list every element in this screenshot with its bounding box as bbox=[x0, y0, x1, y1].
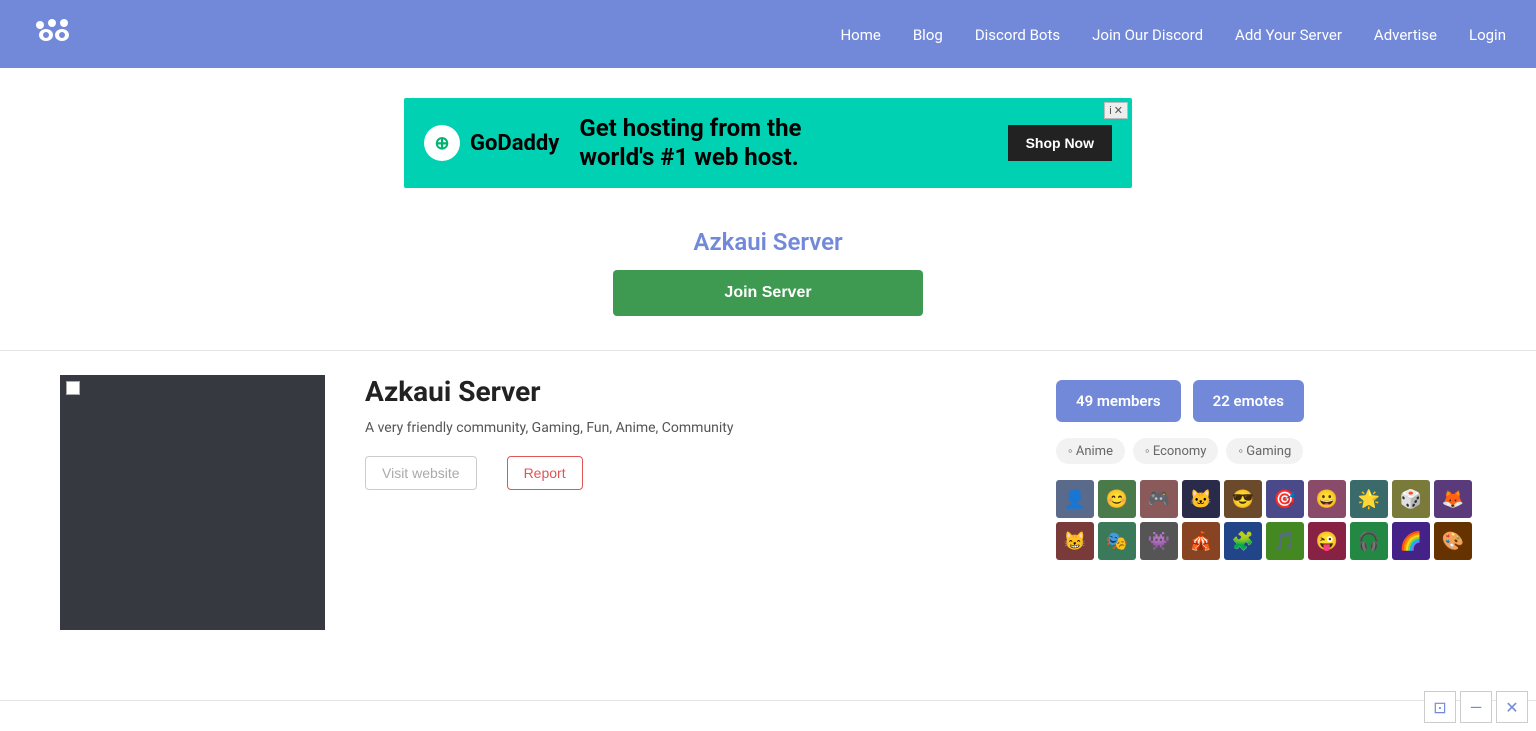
ad-copy: Get hosting from the world's #1 web host… bbox=[579, 114, 1007, 172]
ad-banner: i✕ ⊕ GoDaddy Get hosting from the world'… bbox=[404, 98, 1132, 188]
tag-anime: Anime bbox=[1056, 438, 1125, 464]
nav-item-join-our-discord[interactable]: Join Our Discord bbox=[1092, 26, 1203, 44]
report-button[interactable]: Report bbox=[507, 456, 583, 490]
nav-item-login[interactable]: Login bbox=[1469, 26, 1506, 44]
emotes-badge: 22 emotes bbox=[1193, 380, 1304, 422]
member-avatar-4: 🐱 bbox=[1182, 480, 1220, 518]
nav-item-advertise[interactable]: Advertise bbox=[1374, 26, 1437, 44]
section-divider-top bbox=[0, 350, 1536, 351]
ad-section: i✕ ⊕ GoDaddy Get hosting from the world'… bbox=[0, 68, 1536, 208]
member-avatars-container: 👤😊🎮🐱😎🎯😀🌟🎲🦊 😸🎭👾🎪🧩🎵😜🎧🌈🎨 bbox=[1056, 480, 1476, 560]
ad-headline-line2: world's #1 web host. bbox=[579, 143, 798, 171]
member-avatar-6: 🎯 bbox=[1266, 480, 1304, 518]
godaddy-brand-text: GoDaddy bbox=[470, 131, 559, 156]
join-server-button[interactable]: Join Server bbox=[613, 270, 923, 316]
widget-minimize-icon[interactable]: — bbox=[1460, 691, 1492, 723]
server-hero-section: Azkaui Server Join Server bbox=[0, 208, 1536, 326]
server-description: A very friendly community, Gaming, Fun, … bbox=[365, 420, 1016, 436]
visit-website-button[interactable]: Visit website bbox=[365, 456, 477, 490]
server-actions: Visit website Report bbox=[365, 456, 1016, 490]
nav-item-discord-bots[interactable]: Discord Bots bbox=[975, 26, 1060, 44]
server-detail-section: Azkaui Server A very friendly community,… bbox=[0, 375, 1536, 670]
member-avatar-9: 🎲 bbox=[1392, 480, 1430, 518]
member-avatar-19: 🌈 bbox=[1392, 522, 1430, 560]
server-info-panel: Azkaui Server A very friendly community,… bbox=[365, 375, 1016, 630]
ad-headline-line1: Get hosting from the bbox=[579, 114, 801, 142]
member-avatar-8: 🌟 bbox=[1350, 480, 1388, 518]
ad-close-button[interactable]: i✕ bbox=[1104, 102, 1128, 119]
tags-container: Anime Economy Gaming bbox=[1056, 438, 1476, 464]
ad-cta-button[interactable]: Shop Now bbox=[1008, 125, 1112, 161]
ad-logo-area: ⊕ GoDaddy bbox=[424, 125, 559, 161]
tag-economy: Economy bbox=[1133, 438, 1218, 464]
member-avatar-1: 👤 bbox=[1056, 480, 1094, 518]
section-divider-bottom bbox=[0, 700, 1536, 701]
member-avatar-12: 🎭 bbox=[1098, 522, 1136, 560]
nav-item-add-your-server[interactable]: Add Your Server bbox=[1235, 26, 1342, 44]
member-avatar-18: 🎧 bbox=[1350, 522, 1388, 560]
broken-image-indicator bbox=[66, 381, 80, 395]
member-avatar-11: 😸 bbox=[1056, 522, 1094, 560]
server-image-box bbox=[60, 375, 325, 630]
member-avatar-14: 🎪 bbox=[1182, 522, 1220, 560]
stats-badges: 49 members 22 emotes bbox=[1056, 380, 1476, 422]
member-avatar-13: 👾 bbox=[1140, 522, 1178, 560]
widget-close-icon[interactable]: ✕ bbox=[1496, 691, 1528, 723]
godaddy-icon: ⊕ bbox=[424, 125, 460, 161]
server-name-heading: Azkaui Server bbox=[365, 375, 1016, 408]
member-avatar-20: 🎨 bbox=[1434, 522, 1472, 560]
logo[interactable] bbox=[30, 15, 78, 53]
member-avatar-15: 🧩 bbox=[1224, 522, 1262, 560]
widget-expand-icon[interactable]: ⊡ bbox=[1424, 691, 1456, 723]
header: Home Blog Discord Bots Join Our Discord Add … bbox=[0, 0, 1536, 68]
nav-item-blog[interactable]: Blog bbox=[913, 26, 943, 44]
member-avatar-5: 😎 bbox=[1224, 480, 1262, 518]
bottom-chat-widget: ⊡ — ✕ bbox=[1416, 683, 1536, 731]
nav-item-home[interactable]: Home bbox=[840, 26, 880, 44]
member-avatar-2: 😊 bbox=[1098, 480, 1136, 518]
main-nav: Home Blog Discord Bots Join Our Discord Add … bbox=[840, 25, 1506, 44]
member-avatar-16: 🎵 bbox=[1266, 522, 1304, 560]
member-avatar-7: 😀 bbox=[1308, 480, 1346, 518]
server-stats-panel: 49 members 22 emotes AnimeEconomyGaming … bbox=[1056, 375, 1476, 630]
server-hero-title: Azkaui Server bbox=[0, 228, 1536, 256]
member-avatar-3: 🎮 bbox=[1140, 480, 1178, 518]
tag-gaming: Gaming bbox=[1226, 438, 1303, 464]
members-badge: 49 members bbox=[1056, 380, 1181, 422]
member-avatar-10: 🦊 bbox=[1434, 480, 1472, 518]
member-avatar-17: 😜 bbox=[1308, 522, 1346, 560]
